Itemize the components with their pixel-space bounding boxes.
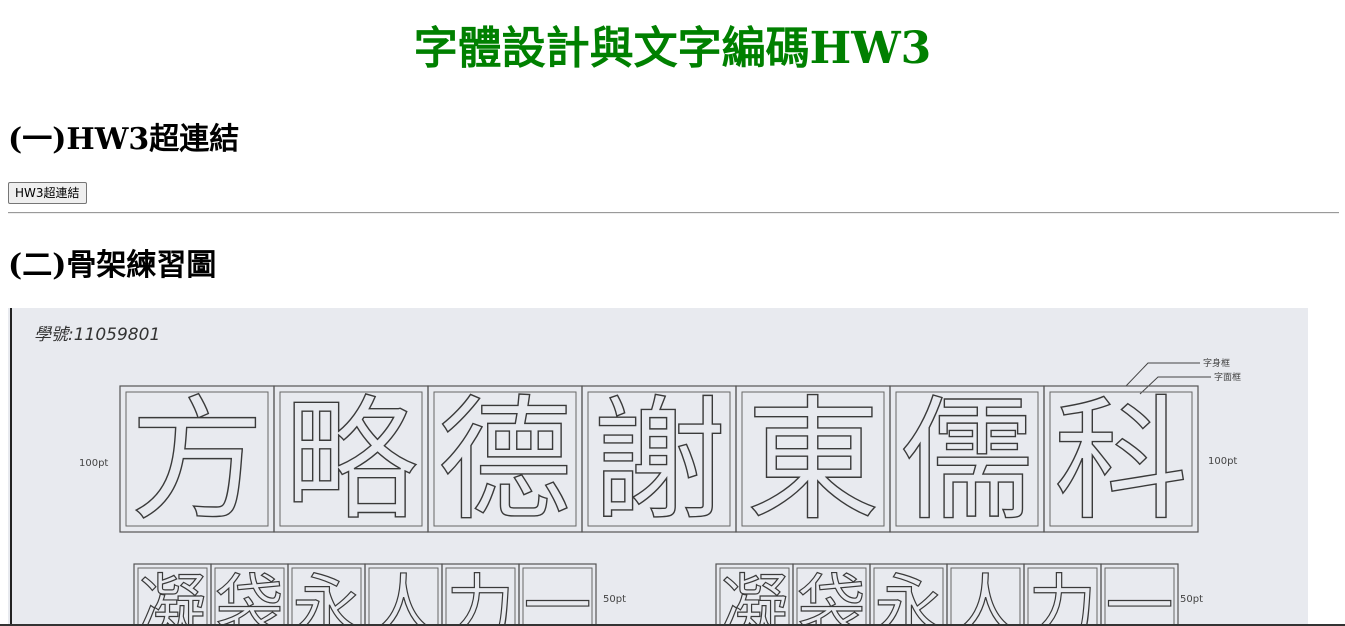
size-label-small-2: 50pt <box>1180 594 1203 605</box>
small-char-cell: 永 <box>869 563 948 626</box>
skeleton-character: 袋 <box>797 568 865 626</box>
small-char-cell: 人 <box>364 563 443 626</box>
small-char-cell: 袋 <box>210 563 289 626</box>
skeleton-character: 力 <box>1028 568 1096 626</box>
student-id-handwriting: 學號:11059801 <box>34 325 160 345</box>
page-title: 字體設計與文字編碼HW3 <box>413 23 932 74</box>
small-character-row-left: 凝袋永人力一 <box>133 563 597 626</box>
skeleton-character: 一 <box>1105 568 1173 626</box>
small-char-cell: 袋 <box>792 563 871 626</box>
large-character-row: 方略德謝東儒科 <box>119 382 1199 540</box>
large-char-cell: 方 <box>119 382 275 540</box>
large-char-cell: 東 <box>735 382 891 540</box>
skeleton-character: 儒 <box>900 383 1034 539</box>
small-char-cell: 一 <box>518 563 597 626</box>
section-divider <box>8 212 1339 214</box>
skeleton-character: 袋 <box>215 568 283 626</box>
small-char-cell: 力 <box>441 563 520 626</box>
small-char-cell: 一 <box>1100 563 1179 626</box>
small-character-row-right: 凝袋永人力一 <box>715 563 1179 626</box>
skeleton-character: 東 <box>746 383 880 539</box>
label-frame-body: 字身框 <box>1203 357 1230 369</box>
size-label-small-1: 50pt <box>603 594 626 605</box>
small-char-cell: 人 <box>946 563 1025 626</box>
skeleton-character: 永 <box>874 568 942 626</box>
skeleton-character: 凝 <box>138 568 206 626</box>
skeleton-character: 凝 <box>720 568 788 626</box>
skeleton-character: 人 <box>951 568 1019 626</box>
size-label-large-left: 100pt <box>79 458 108 469</box>
skeleton-character: 謝 <box>592 383 726 539</box>
page: 字體設計與文字編碼HW3 (一)HW3超連結 HW3超連結 (二)骨架練習圖 學… <box>0 0 1345 626</box>
small-char-cell: 凝 <box>133 563 212 626</box>
skeleton-character: 方 <box>130 383 264 539</box>
section-heading-hyperlink: (一)HW3超連結 <box>8 122 240 157</box>
skeleton-character: 科 <box>1054 383 1188 539</box>
size-label-large-right: 100pt <box>1208 456 1237 467</box>
large-char-cell: 德 <box>427 382 583 540</box>
skeleton-practice-image: 學號:11059801 字身框 字面框 100pt 100pt 50pt 50p… <box>8 308 1308 626</box>
skeleton-character: 略 <box>284 383 418 539</box>
small-char-cell: 力 <box>1023 563 1102 626</box>
skeleton-character: 一 <box>523 568 591 626</box>
skeleton-character: 永 <box>292 568 360 626</box>
hw3-link-button[interactable]: HW3超連結 <box>8 182 87 204</box>
small-char-cell: 凝 <box>715 563 794 626</box>
label-frame-face: 字面框 <box>1214 371 1241 383</box>
skeleton-character: 德 <box>438 383 572 539</box>
large-char-cell: 科 <box>1043 382 1199 540</box>
section-heading-skeleton: (二)骨架練習圖 <box>8 248 217 283</box>
small-char-cell: 永 <box>287 563 366 626</box>
large-char-cell: 儒 <box>889 382 1045 540</box>
large-char-cell: 略 <box>273 382 429 540</box>
skeleton-character: 力 <box>446 568 514 626</box>
skeleton-character: 人 <box>369 568 437 626</box>
large-char-cell: 謝 <box>581 382 737 540</box>
